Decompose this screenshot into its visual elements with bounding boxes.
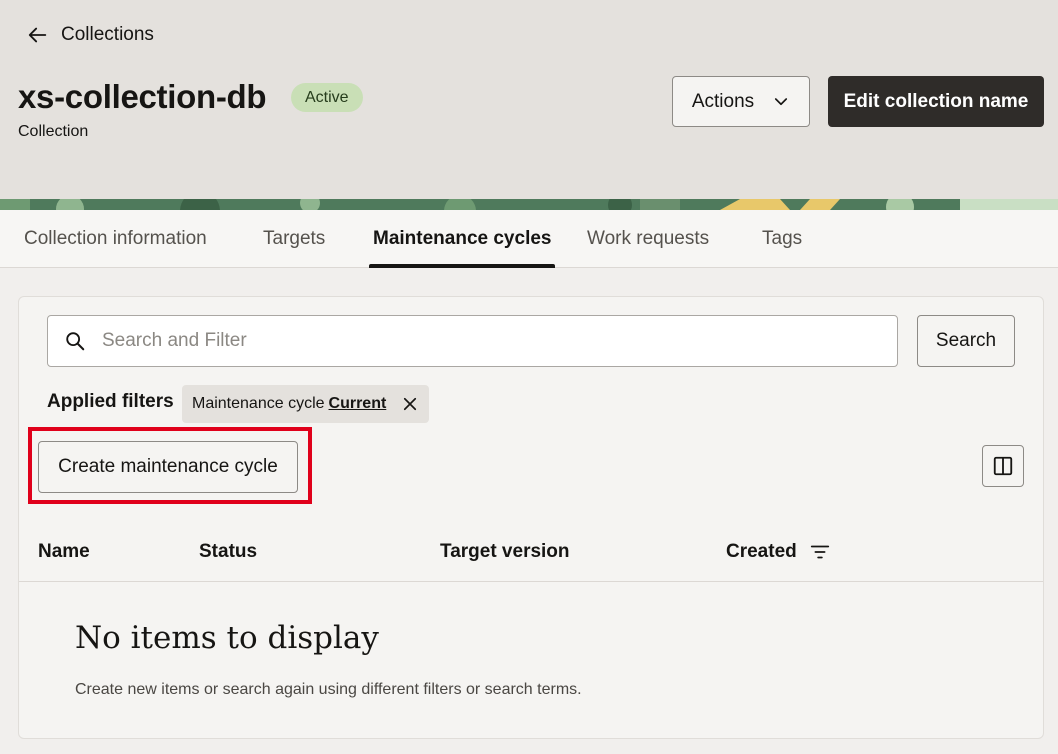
chevron-down-icon [775, 97, 788, 105]
page-title: xs-collection-db [18, 78, 267, 115]
empty-state-title: No items to display [75, 620, 379, 656]
column-header-status[interactable]: Status [199, 522, 257, 582]
column-header-created[interactable]: Created [726, 522, 797, 582]
columns-icon [993, 456, 1013, 476]
tab-collection-information[interactable]: Collection information [24, 210, 207, 268]
create-maintenance-cycle-button[interactable]: Create maintenance cycle [38, 441, 298, 493]
page-subtitle: Collection [18, 123, 89, 140]
filter-chip-name: Maintenance cycle [192, 395, 325, 412]
filter-icon[interactable] [809, 541, 831, 563]
tab-bar: Collection information Targets Maintenan… [0, 210, 1058, 268]
column-header-target-version[interactable]: Target version [440, 522, 570, 582]
search-input[interactable] [102, 330, 882, 352]
tab-work-requests[interactable]: Work requests [587, 210, 709, 268]
actions-dropdown-button[interactable]: Actions [672, 76, 810, 127]
status-badge: Active [291, 83, 363, 112]
tab-tags[interactable]: Tags [762, 210, 802, 268]
table-header: Name Status Target version Created [19, 522, 1043, 582]
close-icon[interactable] [401, 395, 419, 413]
filter-chip: Maintenance cycle Current [182, 385, 429, 423]
actions-label: Actions [691, 90, 755, 112]
empty-state-description: Create new items or search again using d… [75, 681, 582, 698]
search-button[interactable]: Search [917, 315, 1015, 367]
filter-chip-value[interactable]: Current [329, 395, 387, 413]
manage-columns-button[interactable] [982, 445, 1024, 487]
decorative-banner [0, 199, 1058, 210]
page-header: Collections xs-collection-db Active Coll… [0, 0, 1058, 210]
edit-collection-name-button[interactable]: Edit collection name [828, 76, 1044, 127]
search-field[interactable] [47, 315, 898, 367]
tab-maintenance-cycles[interactable]: Maintenance cycles [368, 210, 556, 268]
search-icon [66, 332, 85, 351]
back-to-collections-link[interactable]: Collections [27, 24, 154, 46]
tab-targets[interactable]: Targets [263, 210, 325, 268]
column-header-name[interactable]: Name [38, 522, 90, 582]
back-link-label: Collections [61, 24, 154, 45]
applied-filters-label: Applied filters [47, 391, 174, 412]
arrow-left-icon [28, 27, 47, 43]
